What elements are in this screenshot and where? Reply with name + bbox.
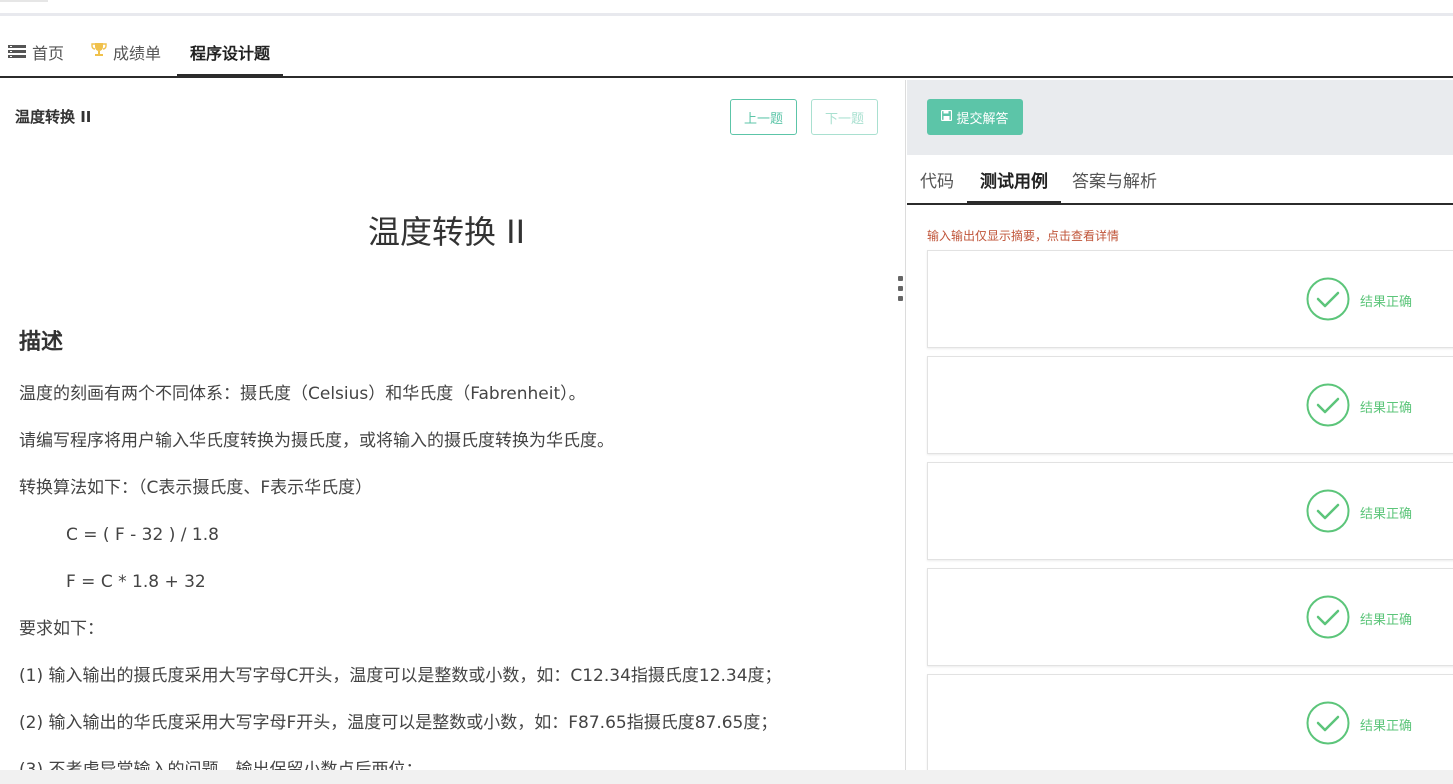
submit-answer-button[interactable]: 提交解答: [927, 99, 1023, 135]
question-panel: 温度转换 II 上一题 下一题 温度转换 II 描述 温度的刻画有两个不同体系：…: [0, 80, 906, 770]
drag-dot: [898, 286, 903, 291]
resize-handle[interactable]: [898, 276, 904, 306]
tab-test-cases[interactable]: 测试用例: [967, 155, 1061, 205]
submit-label: 提交解答: [956, 111, 1009, 127]
answer-tabs: 代码 测试用例 答案与解析: [907, 155, 1453, 205]
check-circle-icon: [1306, 595, 1350, 639]
test-result-label: 结果正确: [1360, 295, 1413, 310]
test-case-card[interactable]: 结果正确: [927, 250, 1453, 348]
section-heading: 描述: [19, 330, 64, 355]
test-result-label: 结果正确: [1360, 719, 1413, 734]
tab-code[interactable]: 代码: [920, 155, 954, 203]
check-circle-icon: [1306, 701, 1350, 745]
test-case-card[interactable]: 结果正确: [927, 674, 1453, 770]
top-corner-decoration: [0, 0, 48, 2]
requirement-item: (1) 输入输出的摄氏度采用大写字母C开头，温度可以是整数或小数，如：C12.3…: [19, 666, 782, 686]
nav-tab-label: 首页: [32, 44, 65, 63]
browser-top-strip: [0, 0, 1453, 28]
nav-tab-home[interactable]: 首页: [8, 28, 64, 76]
test-case-card[interactable]: 结果正确: [927, 568, 1453, 666]
drag-dot: [898, 296, 903, 301]
trophy-icon: [91, 42, 107, 62]
description-paragraph: 温度的刻画有两个不同体系：摄氏度（Celsius）和华氏度（Fabrenheit…: [19, 384, 586, 404]
answer-panel: 提交解答 代码 测试用例 答案与解析 输入输出仅显示摘要，点击查看详情 结果正确…: [907, 80, 1453, 770]
question-description: 描述 温度的刻画有两个不同体系：摄氏度（Celsius）和华氏度（Fabrenh…: [19, 324, 889, 770]
question-title-small: 温度转换 II: [15, 108, 92, 126]
test-result-label: 结果正确: [1360, 401, 1413, 416]
top-divider: [0, 13, 1453, 16]
next-question-button[interactable]: 下一题: [811, 99, 878, 135]
question-title: 温度转换 II: [367, 213, 526, 251]
horizontal-scrollbar[interactable]: [0, 770, 1453, 784]
test-case-card[interactable]: 结果正确: [927, 356, 1453, 454]
check-circle-icon: [1306, 383, 1350, 427]
nav-tab-label: 成绩单: [113, 44, 162, 63]
prev-question-button[interactable]: 上一题: [730, 99, 797, 135]
test-case-hint: 输入输出仅显示摘要，点击查看详情: [927, 229, 1120, 243]
check-circle-icon: [1306, 277, 1350, 321]
test-case-list: 结果正确 结果正确 结果正确 结果正确 结果正确: [927, 250, 1453, 770]
requirement-item: (2) 输入输出的华氏度采用大写字母F开头，温度可以是整数或小数，如：F87.6…: [19, 713, 778, 733]
check-circle-icon: [1306, 489, 1350, 533]
description-paragraph: 请编写程序将用户输入华氏度转换为摄氏度，或将输入的摄氏度转换为华氏度。: [19, 431, 614, 451]
nav-tab-programming[interactable]: 程序设计题: [177, 28, 284, 78]
save-icon: [941, 109, 953, 124]
tab-answer-analysis[interactable]: 答案与解析: [1072, 155, 1157, 203]
description-paragraph: 转换算法如下：（C表示摄氏度、F表示华氏度）: [19, 478, 373, 498]
list-icon: [8, 43, 26, 62]
drag-dot: [898, 276, 903, 281]
answer-toolbar: 提交解答: [907, 80, 1453, 155]
main-nav: 首页 成绩单 程序设计题: [0, 28, 1453, 78]
requirement-item: (3) 不考虑异常输入的问题，输出保留小数点后两位；: [19, 760, 423, 770]
nav-tab-label: 程序设计题: [190, 44, 271, 63]
nav-tab-transcript[interactable]: 成绩单: [91, 28, 161, 76]
description-paragraph: 要求如下：: [19, 619, 104, 639]
formula-line: C = ( F - 32 ) / 1.8: [66, 525, 219, 545]
test-result-label: 结果正确: [1360, 507, 1413, 522]
test-case-card[interactable]: 结果正确: [927, 462, 1453, 560]
test-result-label: 结果正确: [1360, 613, 1413, 628]
formula-line: F = C * 1.8 + 32: [66, 572, 206, 592]
